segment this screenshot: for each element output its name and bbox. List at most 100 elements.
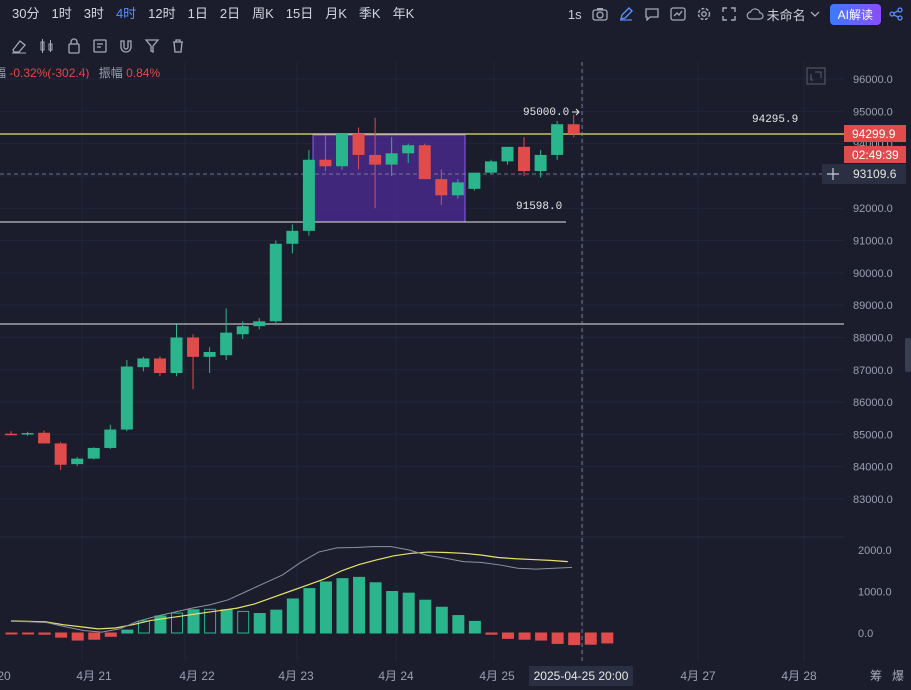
- candle[interactable]: [21, 431, 34, 436]
- candle-body: [418, 145, 431, 180]
- time-label: 20: [0, 669, 11, 683]
- candle[interactable]: [203, 347, 216, 373]
- candle-body: [286, 230, 299, 244]
- macd-histogram-bar: [121, 629, 134, 634]
- candle[interactable]: [551, 121, 564, 160]
- macd-histogram-bar: [535, 632, 548, 641]
- side-panel-handle[interactable]: [905, 338, 911, 372]
- macd-histogram-bar: [369, 582, 382, 634]
- candle-body: [54, 443, 67, 465]
- macd-histogram-bar: [584, 632, 597, 645]
- time-label: 4月 23: [278, 669, 314, 683]
- candle[interactable]: [253, 318, 266, 330]
- candle[interactable]: [120, 360, 133, 432]
- candle-body: [104, 429, 117, 448]
- candle-body: [21, 433, 34, 435]
- crosshair-price-value: 93109.6: [853, 167, 897, 181]
- candle[interactable]: [336, 133, 348, 170]
- time-axis[interactable]: 20 4月 21 4月 22 4月 23 4月 24 4月 25 4月 27 4月 28: [0, 669, 817, 683]
- candle[interactable]: [484, 159, 497, 175]
- candle-body: [451, 182, 464, 196]
- candle[interactable]: [38, 430, 51, 444]
- candle-body: [170, 337, 183, 373]
- candle-body: [336, 133, 348, 167]
- price-tick: 92000.0: [853, 203, 893, 215]
- candle[interactable]: [187, 334, 200, 390]
- macd-histogram-bar: [104, 632, 117, 637]
- candle[interactable]: [54, 441, 67, 470]
- macd-tick: 2000.0: [858, 545, 892, 557]
- candle[interactable]: [71, 457, 84, 467]
- price-tick: 83000.0: [853, 494, 893, 506]
- price-tick: 96000.0: [853, 74, 893, 86]
- candle[interactable]: [468, 172, 481, 191]
- candle[interactable]: [518, 137, 531, 176]
- candle-body: [402, 145, 415, 154]
- candle-body: [352, 133, 365, 155]
- candle-body: [269, 243, 282, 322]
- macd-histogram-bar: [551, 632, 564, 644]
- price-tick: 90000.0: [853, 268, 893, 280]
- high-price-label: 95000.0: [523, 107, 569, 119]
- candle-body: [187, 337, 200, 357]
- liquidation-button[interactable]: 爆: [892, 669, 904, 683]
- candle-body: [435, 179, 448, 196]
- time-label: 4月 28: [781, 669, 817, 683]
- macd-histogram-bar: [253, 612, 266, 634]
- candle-body: [551, 124, 564, 155]
- candle-body: [534, 154, 547, 172]
- price-tick: 95000.0: [853, 106, 893, 118]
- macd-histogram-bar: [88, 632, 101, 640]
- macd-histogram-bar: [270, 609, 283, 634]
- candle[interactable]: [534, 150, 547, 178]
- candle[interactable]: [501, 146, 514, 165]
- candle[interactable]: [104, 424, 117, 449]
- chip-distribution-button[interactable]: 筹: [870, 669, 882, 683]
- candle-body: [567, 124, 580, 134]
- candle-body: [38, 432, 51, 444]
- price-chart[interactable]: 95000.0 94295.9 91598.0 96000.0 95000.0 94…: [0, 0, 911, 690]
- candles-layer: [5, 114, 580, 470]
- crosshair-time-value: 2025-04-25 20:00: [534, 669, 629, 683]
- candle-body: [5, 433, 17, 436]
- candle[interactable]: [137, 356, 150, 372]
- candle[interactable]: [170, 324, 183, 377]
- macd-tick: 1000.0: [858, 587, 892, 599]
- range-box[interactable]: [312, 134, 466, 223]
- candle[interactable]: [220, 308, 233, 361]
- candle-body: [203, 352, 216, 357]
- yellow-line-price-label: 94295.9: [752, 114, 798, 126]
- macd-histogram-bar: [319, 581, 332, 634]
- candle[interactable]: [302, 150, 315, 236]
- time-label: 4月 22: [179, 669, 215, 683]
- candle[interactable]: [5, 431, 17, 436]
- autoscale-icon[interactable]: [806, 67, 826, 85]
- current-price-value: 94299.9: [852, 127, 896, 141]
- candle[interactable]: [567, 114, 580, 138]
- macd-histogram-bar: [435, 606, 448, 634]
- candle[interactable]: [418, 143, 431, 180]
- price-tick: 87000.0: [853, 365, 893, 377]
- candle-body: [518, 146, 531, 172]
- price-tick: 86000.0: [853, 397, 893, 409]
- macd-histogram-bar: [22, 632, 35, 635]
- range-low-price-label: 91598.0: [516, 201, 562, 213]
- macd-histogram-bar: [601, 632, 614, 644]
- time-label: 4月 25: [479, 669, 515, 683]
- candle[interactable]: [153, 356, 166, 377]
- macd-tick: 0.0: [858, 628, 873, 640]
- time-label: 4月 21: [76, 669, 112, 683]
- macd-histogram-bar: [38, 632, 51, 635]
- candle-body: [153, 358, 166, 373]
- macd-histogram-bar: [220, 609, 233, 634]
- macd-histogram-bar: [336, 578, 349, 634]
- price-tick: 84000.0: [853, 462, 893, 474]
- candle-body: [253, 321, 266, 327]
- macd-histogram-bar: [419, 599, 432, 634]
- candle[interactable]: [87, 447, 100, 460]
- candle-body: [220, 332, 233, 356]
- candle-body: [87, 447, 100, 459]
- candle[interactable]: [269, 240, 282, 323]
- candle-body: [120, 366, 133, 430]
- price-tick: 89000.0: [853, 300, 893, 312]
